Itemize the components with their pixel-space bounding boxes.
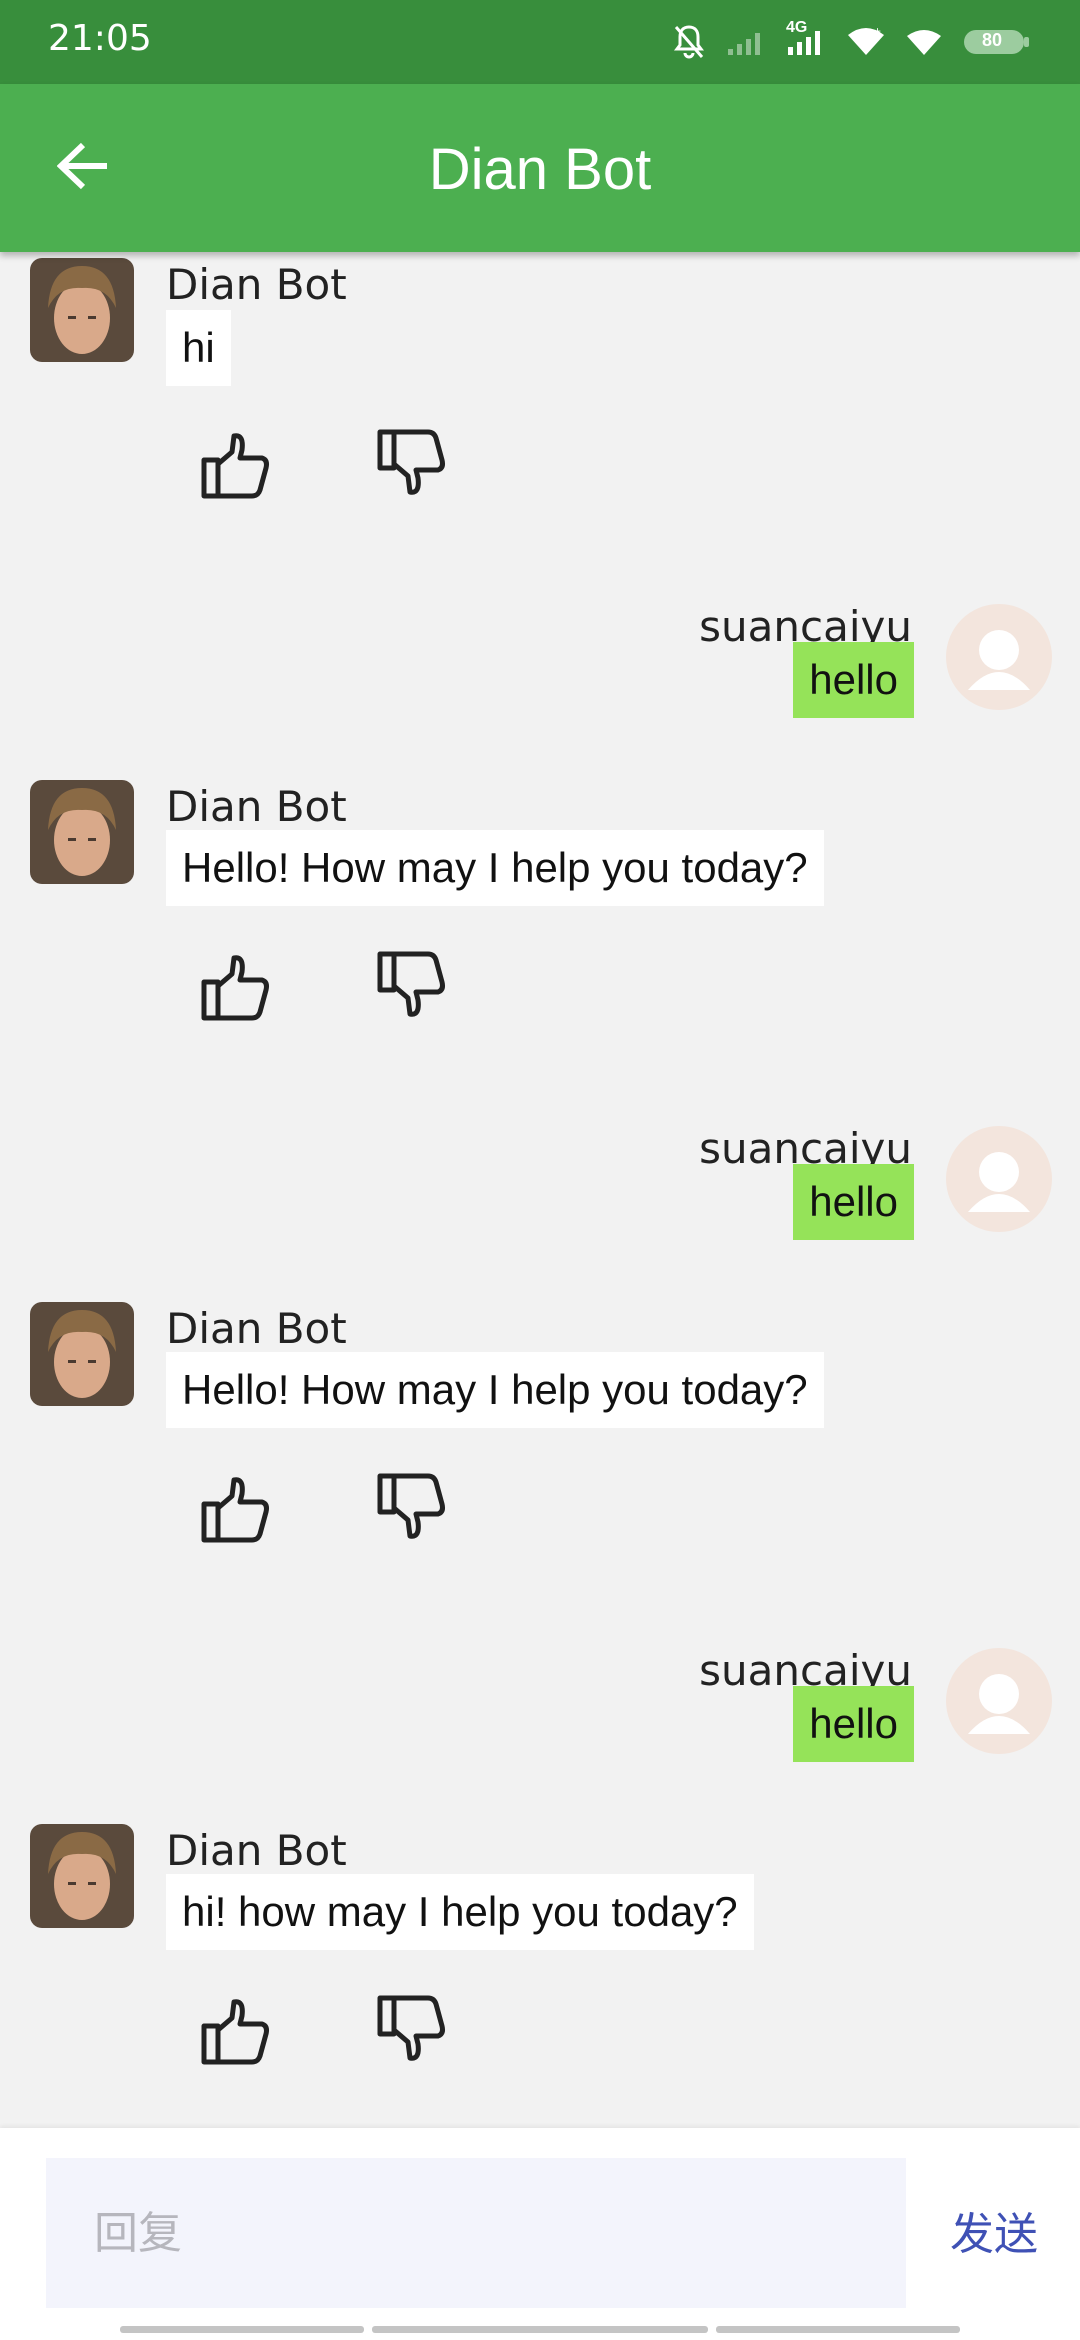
message-bubble: hello	[793, 1686, 914, 1762]
message-bot: Dian Bot hi	[0, 252, 1080, 612]
gesture-segment	[120, 2326, 364, 2333]
chat-list[interactable]: Dian Bot hi suancaiyu hello Dian Bot Hel…	[0, 252, 1080, 2128]
thumbs-down-button[interactable]	[372, 424, 452, 504]
wifi-icon	[906, 27, 942, 57]
message-user: suancaiyu hello	[0, 602, 1080, 772]
sender-name: Dian Bot	[166, 782, 347, 831]
user-avatar	[946, 604, 1052, 710]
signal-weak-icon	[726, 27, 766, 57]
thumbs-up-icon	[196, 1999, 276, 2074]
message-bubble: Hello! How may I help you today?	[166, 1352, 824, 1428]
bot-avatar	[30, 1824, 134, 1928]
app-bar: Dian Bot	[0, 84, 1080, 252]
svg-text:+: +	[874, 25, 881, 38]
status-icons: 4G + 80	[672, 19, 1032, 64]
thumbs-down-icon	[372, 429, 452, 508]
signal-4g-icon: 4G	[786, 19, 826, 57]
thumbs-up-button[interactable]	[196, 946, 276, 1026]
message-bot: Dian Bot Hello! How may I help you today…	[0, 1296, 1080, 1636]
bot-avatar	[30, 258, 134, 362]
thumbs-up-icon	[196, 1477, 276, 1552]
message-bot: Dian Bot Hello! How may I help you today…	[0, 774, 1080, 1114]
status-bar: 21:05 4G + 80	[0, 0, 1080, 84]
thumbs-down-icon	[372, 1995, 452, 2074]
sender-name: Dian Bot	[166, 1826, 347, 1875]
composer: 发送	[0, 2128, 1080, 2340]
thumbs-up-icon	[196, 433, 276, 508]
gesture-segment	[372, 2326, 708, 2333]
message-user: suancaiyu hello	[0, 1646, 1080, 1816]
message-bubble: hi	[166, 310, 231, 386]
thumbs-up-icon	[196, 955, 276, 1030]
user-avatar	[946, 1126, 1052, 1232]
thumbs-down-icon	[372, 951, 452, 1030]
message-bubble: hello	[793, 642, 914, 718]
thumbs-down-icon	[372, 1473, 452, 1552]
wifi-plus-icon: +	[846, 25, 886, 59]
bot-avatar	[30, 1302, 134, 1406]
page-title: Dian Bot	[428, 137, 652, 202]
thumbs-down-button[interactable]	[372, 1990, 452, 2070]
bell-off-icon	[672, 23, 706, 61]
message-bubble: hello	[793, 1164, 914, 1240]
gesture-bar	[0, 2326, 1080, 2340]
thumbs-up-button[interactable]	[196, 424, 276, 504]
message-bot: Dian Bot hi! how may I help you today?	[0, 1818, 1080, 2118]
thumbs-down-button[interactable]	[372, 1468, 452, 1548]
status-time: 21:05	[48, 18, 152, 59]
sender-name: Dian Bot	[166, 260, 347, 309]
message-bubble: Hello! How may I help you today?	[166, 830, 824, 906]
thumbs-up-button[interactable]	[196, 1990, 276, 2070]
bot-avatar	[30, 780, 134, 884]
thumbs-down-button[interactable]	[372, 946, 452, 1026]
sender-name: Dian Bot	[166, 1304, 347, 1353]
reply-input[interactable]	[46, 2158, 906, 2308]
battery-icon: 80	[962, 27, 1032, 57]
send-button[interactable]: 发送	[950, 2198, 1038, 2262]
message-user: suancaiyu hello	[0, 1124, 1080, 1294]
user-avatar	[946, 1648, 1052, 1754]
message-bubble: hi! how may I help you today?	[166, 1874, 754, 1950]
thumbs-up-button[interactable]	[196, 1468, 276, 1548]
gesture-segment	[716, 2326, 960, 2333]
